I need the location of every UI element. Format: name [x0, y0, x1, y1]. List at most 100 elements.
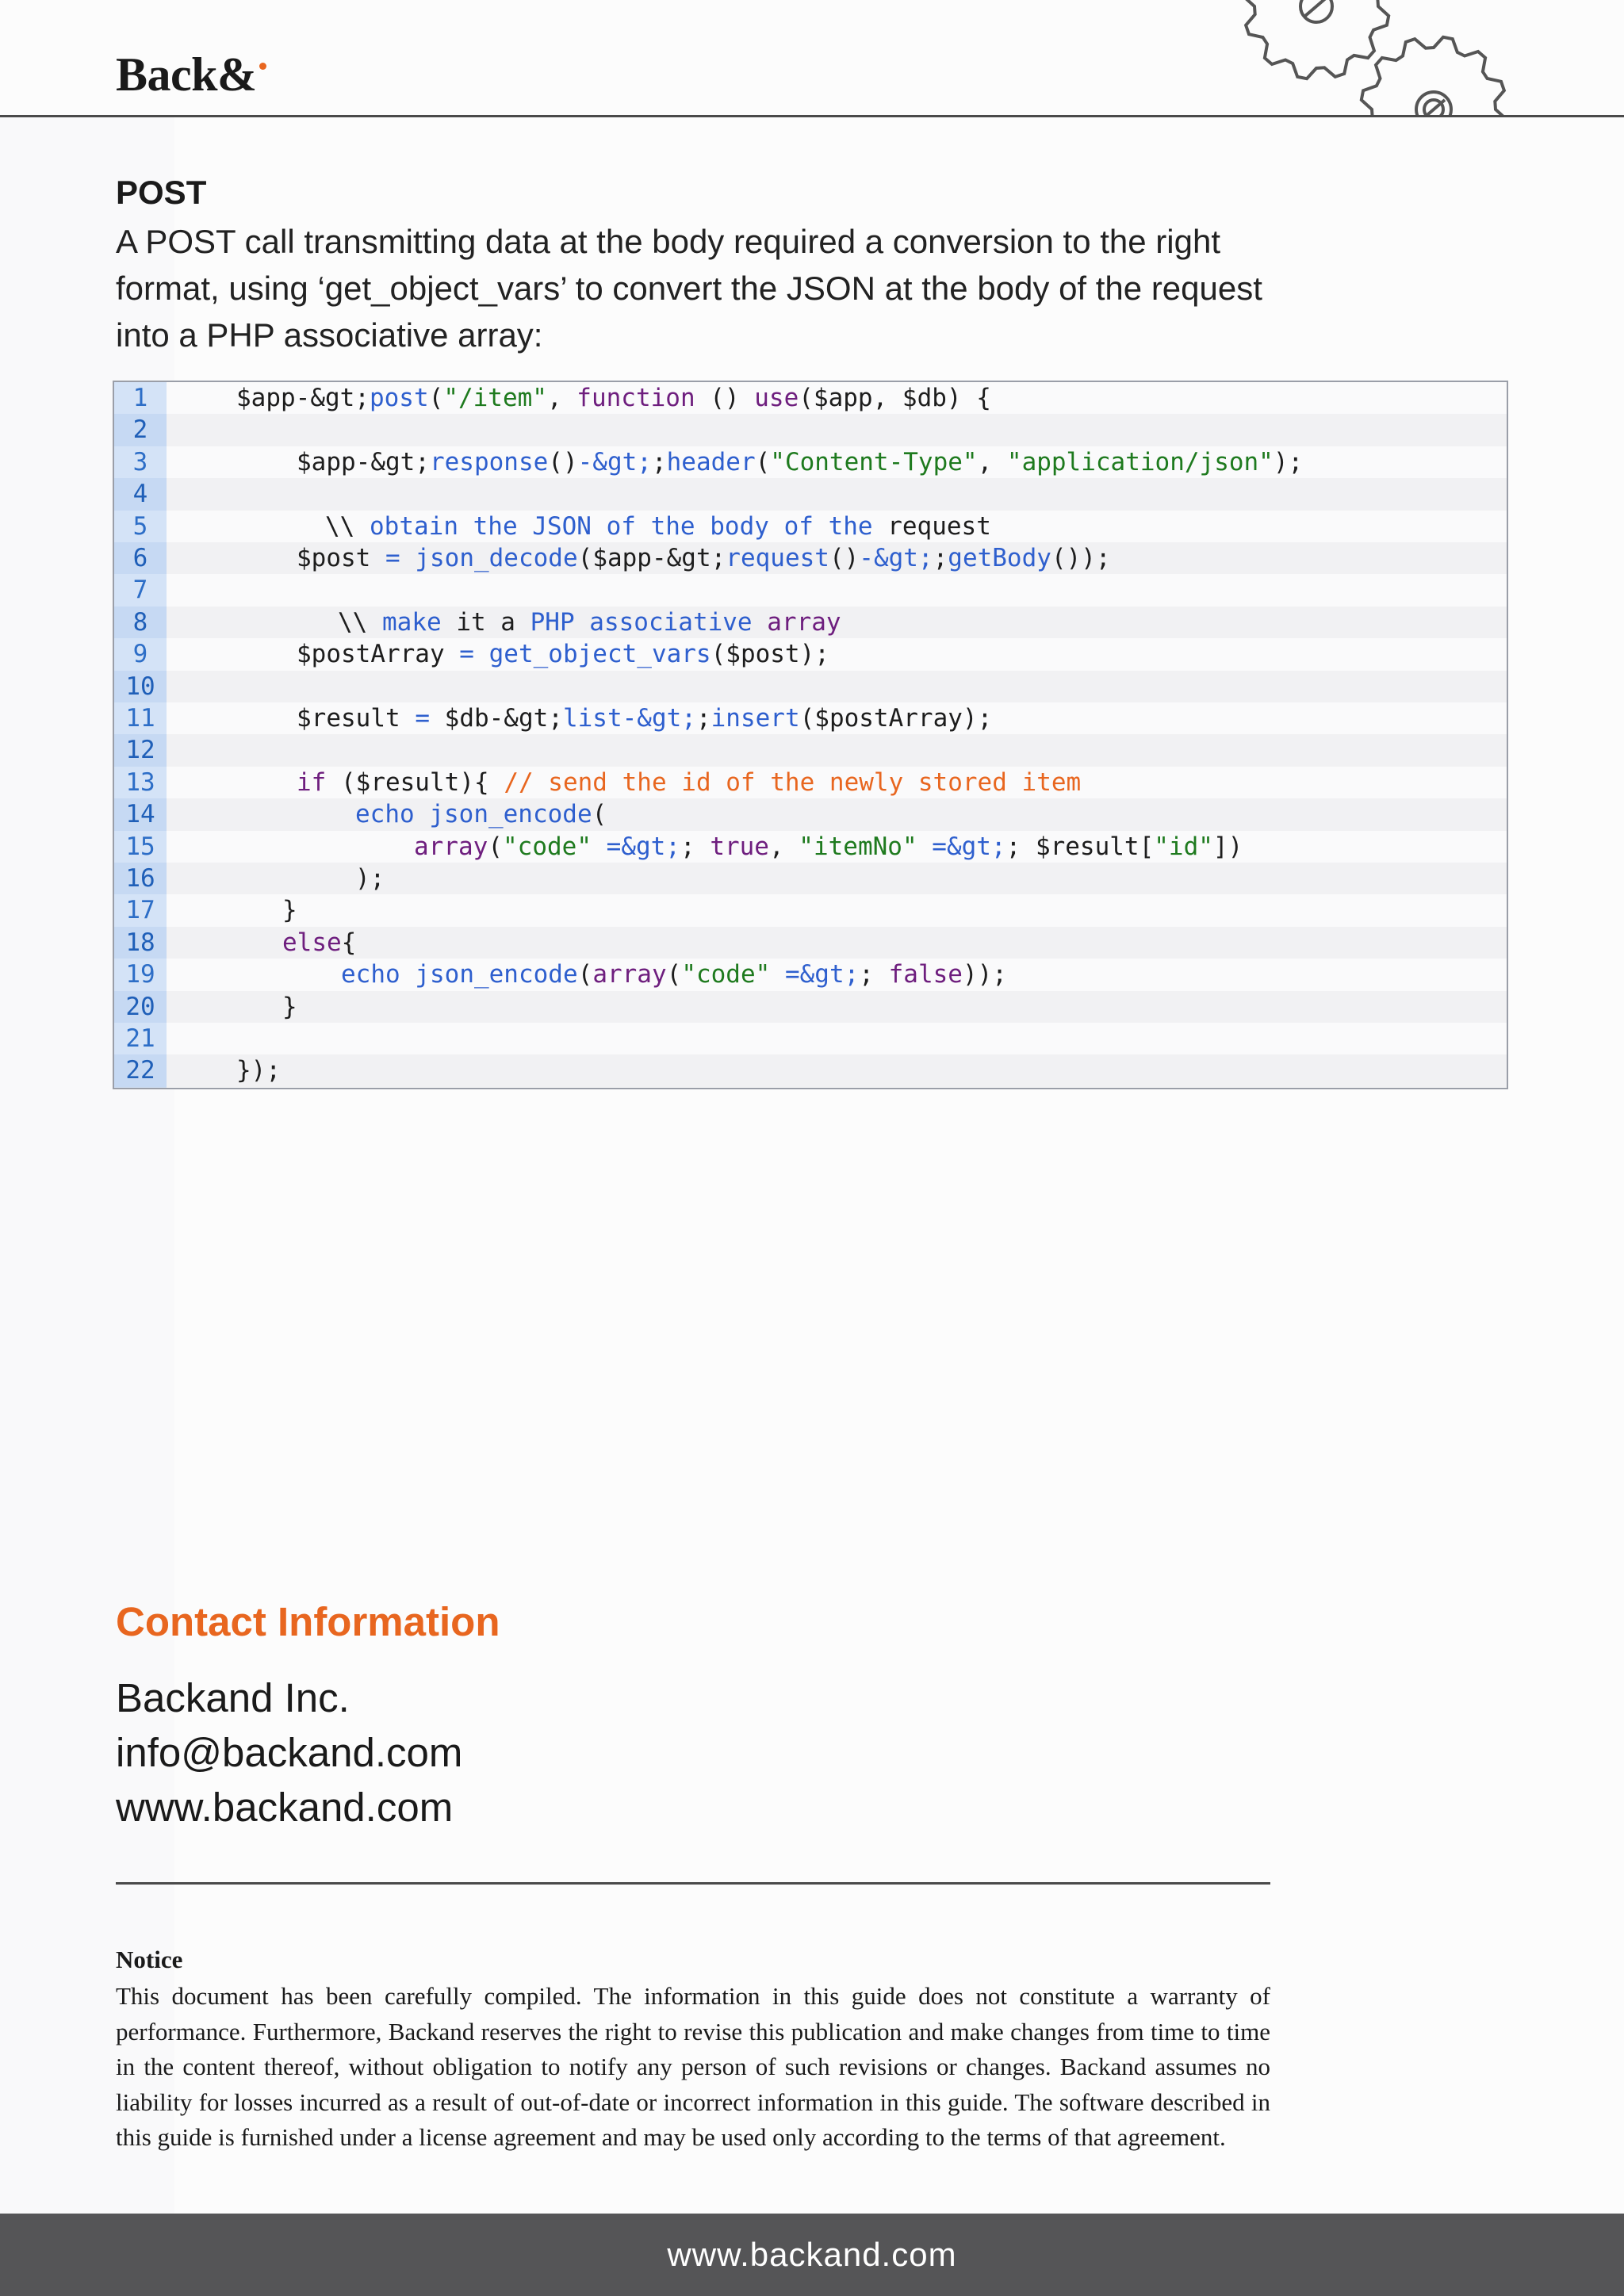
notice-paragraph: This document has been carefully compile… [116, 1982, 1270, 2151]
code-token: "id" [1154, 832, 1213, 861]
line-number: 4 [114, 478, 167, 511]
contact-company: Backand Inc. [116, 1675, 350, 1720]
code-line: 21 [114, 1023, 1507, 1055]
code-text: }); [236, 1054, 281, 1086]
page-footer: www.backand.com [0, 2214, 1624, 2296]
code-text: echo json_encode( [355, 798, 607, 830]
code-token: =&gt; [932, 832, 1006, 861]
code-token: } [282, 896, 297, 925]
code-token: ; [1005, 832, 1036, 861]
code-token: , [768, 832, 799, 861]
code-token: ){ [459, 767, 504, 797]
code-token: , [546, 384, 577, 412]
code-token: ]) [1212, 832, 1243, 861]
code-token: ; [859, 960, 889, 989]
code-token: // send the id of the newly stored item [504, 767, 1082, 797]
line-number: 15 [114, 830, 167, 863]
code-token: json_decode [415, 544, 578, 572]
code-token: ); [1273, 447, 1304, 476]
code-token: "itemNo" [799, 832, 917, 861]
code-token: ( [799, 384, 814, 412]
code-token: ); [355, 864, 385, 893]
code-token: } [282, 992, 297, 1021]
code-line: 11 $result = $db-&gt;list-&gt;;insert($po… [114, 702, 1507, 735]
line-number: 8 [114, 606, 167, 639]
contact-website[interactable]: www.backand.com [116, 1787, 453, 1827]
line-number: 10 [114, 670, 167, 702]
code-line: 19 echo json_encode(array("code" =&gt;; f… [114, 959, 1507, 991]
code-token: ) { [946, 384, 991, 412]
code-line: 13 if ($result){ // send the id of the ne… [114, 766, 1507, 799]
code-token: \\ [338, 607, 382, 637]
code-token: ( [710, 640, 726, 669]
code-token: ; [680, 832, 710, 861]
code-token: $app-&gt; [297, 447, 430, 476]
code-token: get_object_vars [488, 640, 711, 669]
code-token: response [429, 447, 549, 476]
code-text: } [282, 894, 297, 926]
code-token: echo [355, 800, 415, 829]
code-token: else [282, 928, 342, 957]
contact-email[interactable]: info@backand.com [116, 1732, 462, 1773]
code-line: 22}); [114, 1054, 1507, 1087]
code-text: array("code" =&gt;; true, "itemNo" =&gt;… [414, 831, 1243, 863]
code-token: ( [592, 800, 607, 829]
code-line: 17} [114, 894, 1507, 927]
code-line: 1 $app-&gt;post("/item", function () use(… [114, 382, 1507, 415]
code-text: } [282, 991, 297, 1023]
code-token: )); [962, 960, 1007, 989]
code-token: = [370, 544, 416, 572]
code-token: $result [297, 704, 400, 733]
code-token: ( [577, 960, 593, 989]
code-token: echo [341, 960, 400, 989]
code-token: =&gt; [784, 960, 860, 989]
code-token: = [400, 704, 445, 733]
code-token: request [872, 511, 991, 541]
code-token: ; [651, 447, 667, 476]
code-token: [ [1139, 832, 1155, 861]
line-number: 14 [114, 798, 167, 831]
code-line: 7 [114, 574, 1507, 607]
code-token: ( [755, 447, 771, 476]
gears-icon [1243, 0, 1507, 116]
code-token: array [752, 607, 841, 637]
code-token: ); [962, 704, 993, 733]
code-line: 2 [114, 414, 1507, 446]
footer-url[interactable]: www.backand.com [667, 2236, 956, 2274]
code-text: echo json_encode(array("code" =&gt;; fal… [341, 959, 1007, 990]
code-token: if [297, 767, 327, 797]
line-number: 3 [114, 446, 167, 479]
code-token: obtain the JSON of the body of the [370, 511, 873, 541]
code-token: true [710, 832, 769, 861]
code-token: ( [799, 704, 815, 733]
code-line: 12 [114, 734, 1507, 767]
code-token: list-&gt; [562, 704, 696, 733]
code-token: post [369, 384, 429, 412]
code-token: , [872, 384, 902, 412]
code-text: \\ obtain the JSON of the body of the re… [325, 511, 991, 542]
line-number: 17 [114, 894, 167, 927]
code-text: if ($result){ // send the id of the newl… [297, 767, 1081, 798]
code-token: ; [695, 704, 711, 733]
section-divider [116, 1882, 1270, 1885]
line-number: 1 [114, 382, 167, 415]
code-token: $result [1035, 832, 1139, 861]
code-token: $result [355, 767, 460, 797]
code-token: json_encode [429, 800, 592, 829]
code-token: header [666, 447, 756, 476]
code-token: ; [933, 544, 948, 572]
line-number: 2 [114, 414, 167, 446]
code-line: 6 $post = json_decode($app-&gt;request()-… [114, 542, 1507, 575]
code-token: { [341, 928, 357, 957]
code-token: insert [710, 704, 800, 733]
line-number: 16 [114, 863, 167, 895]
line-number: 13 [114, 766, 167, 799]
code-token: $app-&gt; [236, 384, 370, 412]
code-token: $post [297, 544, 371, 572]
code-token: , [977, 447, 1007, 476]
line-number: 7 [114, 574, 167, 607]
line-number: 18 [114, 926, 167, 959]
code-text: ); [355, 863, 385, 894]
